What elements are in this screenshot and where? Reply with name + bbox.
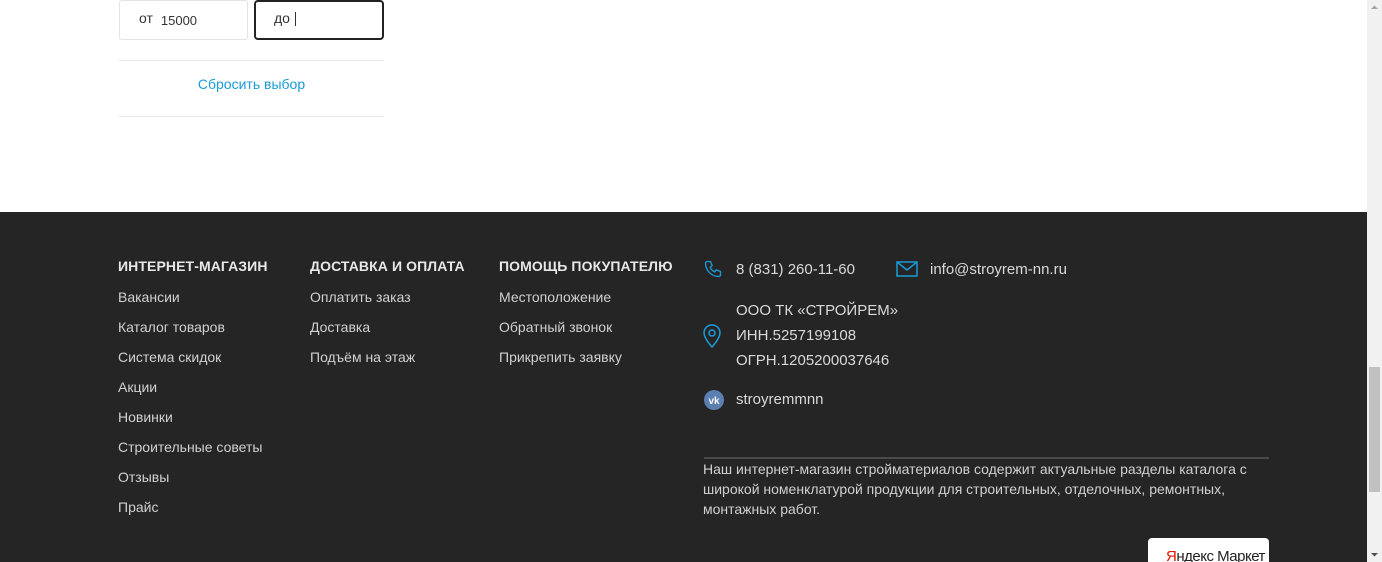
footer-link-attach-request[interactable]: Прикрепить заявку [499,342,673,372]
footer-link-catalog[interactable]: Каталог товаров [118,312,268,342]
scrollbar-thumb[interactable] [1369,367,1380,492]
footer-link-location[interactable]: Местоположение [499,282,673,312]
ym-text: ндекс Маркет [1176,548,1265,562]
divider [119,60,384,61]
footer-phone[interactable]: 8 (831) 260-11-60 [736,261,855,278]
footer-link-vacancies[interactable]: Вакансии [118,282,268,312]
text-caret [294,12,296,26]
ym-letter: Я [1166,548,1177,562]
scroll-down-arrow-icon[interactable] [1367,547,1382,562]
price-from-prefix: от [139,10,153,26]
price-from-value[interactable]: 15000 [161,13,197,28]
footer-column-delivery: ДОСТАВКА И ОПЛАТА Оплатить заказ Доставк… [310,258,465,372]
page-scrollbar[interactable] [1367,0,1382,562]
site-footer: ИНТЕРНЕТ-МАГАЗИН Вакансии Каталог товаро… [0,212,1367,562]
footer-column-shop: ИНТЕРНЕТ-МАГАЗИН Вакансии Каталог товаро… [118,258,268,522]
footer-link-promotions[interactable]: Акции [118,372,268,402]
company-name: ООО ТК «СТРОЙРЕМ» [736,302,899,319]
company-info: ООО ТК «СТРОЙРЕМ» ИНН.5257199108 ОГРН.12… [736,298,898,373]
footer-vk-link[interactable]: stroyremmnn [736,391,824,408]
price-from-input[interactable]: от 15000 [119,0,248,40]
footer-column-title: ДОСТАВКА И ОПЛАТА [310,258,465,274]
price-to-input[interactable]: до [254,0,384,40]
svg-text:vk: vk [708,396,720,407]
reset-filter-link[interactable]: Сбросить выбор [119,76,384,92]
mail-icon [896,261,918,277]
price-to-prefix: до [274,10,290,26]
location-pin-icon [703,324,721,348]
footer-column-title: ИНТЕРНЕТ-МАГАЗИН [118,258,268,274]
phone-icon [704,260,722,278]
vk-icon[interactable]: vk [704,390,724,410]
footer-link-pricelist[interactable]: Прайс [118,492,268,522]
footer-column-title: ПОМОЩЬ ПОКУПАТЕЛЮ [499,258,673,274]
footer-link-discounts[interactable]: Система скидок [118,342,268,372]
footer-link-delivery[interactable]: Доставка [310,312,465,342]
company-inn: ИНН.5257199108 [736,327,857,344]
footer-link-callback[interactable]: Обратный звонок [499,312,673,342]
price-filter: от 15000 до Сбросить выбор [0,0,1367,212]
company-ogrn: ОГРН.1205200037646 [736,352,890,369]
footer-link-floor-lift[interactable]: Подъём на этаж [310,342,465,372]
divider [119,116,384,117]
footer-link-pay-order[interactable]: Оплатить заказ [310,282,465,312]
footer-about-text: Наш интернет-магазин стройматериалов сод… [703,461,1247,517]
footer-link-tips[interactable]: Строительные советы [118,432,268,462]
yandex-market-badge[interactable]: Яндекс Маркет [1148,538,1269,562]
scroll-up-arrow-icon[interactable] [1367,0,1382,15]
footer-email[interactable]: info@stroyrem-nn.ru [930,261,1067,278]
footer-link-new[interactable]: Новинки [118,402,268,432]
footer-link-reviews[interactable]: Отзывы [118,462,268,492]
footer-column-help: ПОМОЩЬ ПОКУПАТЕЛЮ Местоположение Обратны… [499,258,673,372]
